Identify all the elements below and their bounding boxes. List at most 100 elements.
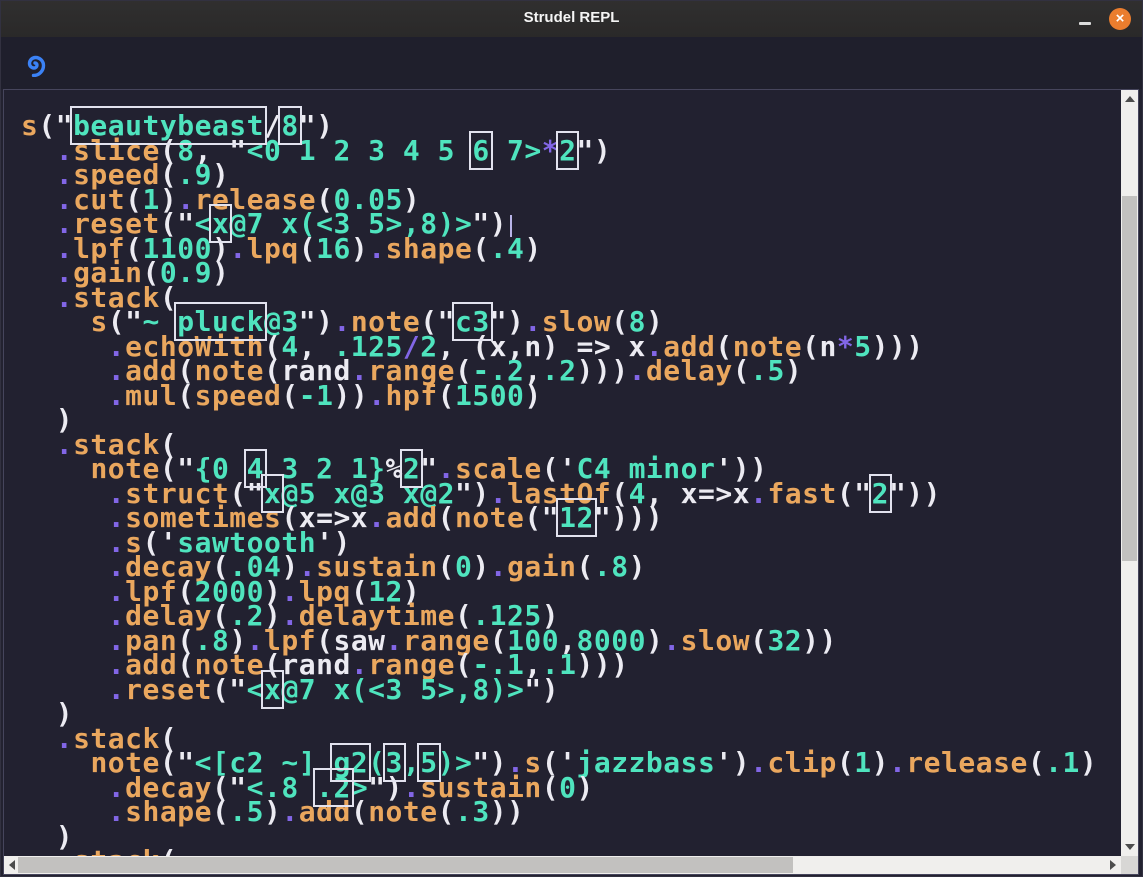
code-line: .reset("<x@7 x(<3 5>,8)>") — [21, 678, 1121, 703]
code-token: ") — [524, 673, 559, 706]
code-token: * — [837, 330, 854, 363]
close-icon: × — [1116, 11, 1125, 26]
code-token: . — [368, 232, 385, 265]
code-token: stack — [73, 844, 160, 856]
code-token: ( — [160, 844, 177, 856]
code-token: ( — [438, 501, 455, 534]
active-token: 2 — [559, 134, 576, 167]
active-token: x — [264, 673, 281, 706]
scrollbar-corner — [1121, 856, 1138, 874]
code-token: . — [108, 379, 125, 412]
code-token: . — [490, 550, 507, 583]
active-token: 6 — [472, 134, 489, 167]
code-token: ") — [576, 134, 611, 167]
code-token: ( — [472, 232, 489, 265]
vertical-scrollbar-thumb[interactable] — [1122, 196, 1137, 561]
code-token: shape — [125, 795, 212, 828]
window-title: Strudel REPL — [1, 9, 1142, 26]
code-token: speed — [195, 379, 282, 412]
scroll-down-arrow-icon[interactable] — [1125, 844, 1135, 850]
code-token: ) — [524, 379, 541, 412]
code-token: ( — [577, 550, 594, 583]
code-token: . — [663, 624, 680, 657]
code-token: < — [247, 673, 264, 706]
code-token: @7 x(<3 5>,8)> — [281, 673, 524, 706]
code-token: . — [368, 501, 385, 534]
code-token: -1 — [299, 379, 334, 412]
code-token: 1500 — [455, 379, 524, 412]
scroll-up-arrow-icon[interactable] — [1125, 96, 1135, 102]
code-token: ( — [733, 354, 750, 387]
editor-frame: s("beautybeast/8") .slice(8, "<0 1 2 3 4… — [3, 89, 1139, 875]
window-controls: × — [1078, 1, 1131, 37]
code-token: * — [542, 134, 559, 167]
code-token — [21, 844, 56, 856]
code-token: 5 — [854, 330, 871, 363]
code-token: . — [108, 795, 125, 828]
code-token: ( — [351, 795, 368, 828]
code-token: 16 — [316, 232, 351, 265]
horizontal-scrollbar-thumb[interactable] — [18, 857, 793, 873]
close-button[interactable]: × — [1109, 8, 1131, 30]
code-token: . — [56, 844, 73, 856]
code-token: . — [750, 477, 767, 510]
code-token: ) — [472, 550, 489, 583]
strudel-logo-icon[interactable] — [21, 49, 49, 77]
code-token: ) — [524, 232, 541, 265]
code-token: ))) — [872, 330, 924, 363]
code-token: 1 — [854, 746, 871, 779]
code-token: )) — [490, 795, 525, 828]
code-token: ) — [1080, 746, 1097, 779]
code-editor[interactable]: s("beautybeast/8") .slice(8, "<0 1 2 3 4… — [4, 90, 1121, 856]
code-token: delay — [646, 354, 733, 387]
code-token: . — [629, 354, 646, 387]
active-token: 2 — [872, 477, 889, 510]
code-line: ) — [21, 825, 1121, 850]
code-token: .1 — [1045, 746, 1080, 779]
scroll-right-arrow-icon[interactable] — [1110, 860, 1116, 870]
code-token: ) — [629, 550, 646, 583]
minimize-button[interactable] — [1078, 9, 1092, 29]
code-token: ( — [177, 379, 194, 412]
code-token: . — [108, 673, 125, 706]
code-token: note — [368, 795, 437, 828]
code-token: (" — [524, 501, 559, 534]
code-token: .5 — [229, 795, 264, 828]
code-line: .stack( — [21, 849, 1121, 856]
code-token: .8 — [594, 550, 629, 583]
code-token: ( — [837, 746, 854, 779]
code-token: ) — [577, 771, 594, 804]
vertical-scrollbar[interactable] — [1121, 90, 1138, 856]
code-token: ))) — [577, 648, 629, 681]
code-token: "))) — [594, 501, 663, 534]
code-token: note — [455, 501, 524, 534]
code-token: ) — [646, 624, 663, 657]
code-token: . — [368, 379, 385, 412]
code-token: jazzbass — [576, 746, 715, 779]
code-token: <0 1 2 3 4 5 — [247, 134, 473, 167]
code-token: reset — [125, 673, 212, 706]
scroll-left-arrow-icon[interactable] — [9, 860, 15, 870]
code-token: ) — [785, 354, 802, 387]
code-token: fast — [767, 477, 836, 510]
code-token: mul — [125, 379, 177, 412]
code-token: release — [906, 746, 1028, 779]
code-token: (n — [802, 330, 837, 363]
code-token: )) — [333, 379, 368, 412]
code-token: ( — [212, 795, 229, 828]
code-token: .5 — [750, 354, 785, 387]
code-token: . — [281, 795, 298, 828]
toolbar — [1, 37, 1142, 89]
code-token: lpq — [247, 232, 299, 265]
code-token: ( — [1028, 746, 1045, 779]
active-token: 12 — [559, 501, 594, 534]
strudel-repl-window: Strudel REPL × s("beautybeast/8") .slice… — [0, 0, 1143, 877]
code-token: hpf — [386, 379, 438, 412]
code-token: ( — [299, 232, 316, 265]
code-token: .4 — [490, 232, 525, 265]
horizontal-scrollbar[interactable] — [4, 856, 1121, 874]
code-token: . — [750, 746, 767, 779]
code-token: shape — [386, 232, 473, 265]
code-token: add — [386, 501, 438, 534]
code-token: ))) — [577, 354, 629, 387]
